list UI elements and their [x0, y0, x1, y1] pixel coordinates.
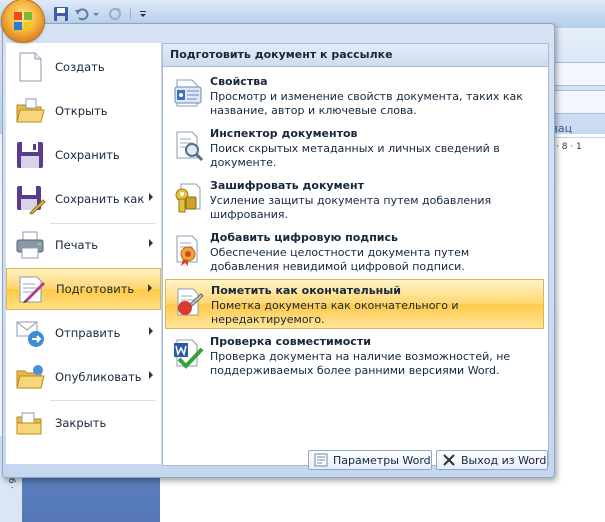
- submenu-item-encrypt[interactable]: Зашифровать документ Усиление защиты док…: [165, 175, 544, 225]
- publish-icon: [16, 365, 45, 389]
- submenu-item-desc: Усиление защиты документа путем добавлен…: [210, 194, 492, 221]
- menu-item-label: Сохранить как: [55, 192, 145, 206]
- word-options-icon: [314, 453, 328, 467]
- exit-word-button[interactable]: Выход из Word: [436, 450, 548, 470]
- submenu-item-desc: Поиск скрытых метаданных и личных сведен…: [210, 142, 500, 169]
- prepare-submenu: Подготовить документ к рассылке Свойства…: [162, 43, 549, 466]
- office-menu: Создать Открыть Сохранить Сохранить как …: [2, 23, 555, 478]
- properties-icon: [174, 79, 202, 107]
- menu-item-label: Отправить: [55, 326, 121, 340]
- office-button[interactable]: [2, 0, 44, 42]
- menu-item-prepare[interactable]: Подготовить: [6, 268, 161, 310]
- office-logo-icon: [14, 12, 32, 30]
- menu-item-label: Открыть: [55, 104, 108, 118]
- menu-item-new[interactable]: Создать: [6, 46, 161, 88]
- submenu-item-desc: Обеспечение целостности документа путем …: [210, 246, 470, 273]
- submenu-item-compatibility[interactable]: Проверка совместимости Проверка документ…: [165, 331, 544, 381]
- save-icon[interactable]: [52, 5, 70, 23]
- menu-item-send[interactable]: Отправить: [6, 312, 161, 354]
- ruler-text: · 8 · 1: [556, 142, 582, 152]
- submenu-item-properties[interactable]: Свойства Просмотр и изменение свойств до…: [165, 71, 544, 121]
- menu-item-label: Печать: [55, 238, 99, 252]
- submenu-item-title: Проверка совместимости: [210, 335, 371, 348]
- submenu-arrow-icon: [148, 284, 152, 292]
- open-folder-icon: [16, 98, 45, 123]
- submenu-item-desc: Просмотр и изменение свойств документа, …: [210, 90, 523, 117]
- save-as-icon: [17, 186, 46, 215]
- submenu-item-title: Добавить цифровую подпись: [210, 231, 398, 244]
- menu-item-print[interactable]: Печать: [6, 224, 161, 266]
- submenu-arrow-icon: [149, 371, 153, 379]
- submenu-arrow-icon: [149, 327, 153, 335]
- submenu-item-desc: Пометка документа как окончательного и н…: [211, 299, 459, 326]
- menu-item-label: Опубликовать: [55, 370, 142, 384]
- customize-qat-icon[interactable]: [138, 5, 148, 23]
- redo-icon[interactable]: [106, 5, 124, 23]
- mark-final-icon: [177, 288, 204, 316]
- digital-signature-icon: [176, 235, 198, 266]
- save-floppy-icon: [17, 142, 43, 168]
- submenu-item-title: Свойства: [210, 75, 268, 88]
- separator: [50, 400, 156, 401]
- submenu-item-desc: Проверка документа на наличие возможност…: [210, 350, 511, 377]
- menu-item-save-as[interactable]: Сохранить как: [6, 178, 161, 220]
- submenu-arrow-icon: [149, 239, 153, 247]
- word-options-button[interactable]: Параметры Word: [308, 450, 432, 470]
- ribbon-fragment-2[interactable]: [553, 90, 605, 114]
- submenu-item-title: Инспектор документов: [210, 127, 358, 140]
- menu-item-label: Создать: [55, 60, 105, 74]
- printer-icon: [16, 231, 44, 259]
- menu-item-publish[interactable]: Опубликовать: [6, 356, 161, 398]
- submenu-item-mark-final[interactable]: Пометить как окончательный Пометка докум…: [165, 279, 544, 329]
- submenu-header: Подготовить документ к рассылке: [163, 44, 548, 67]
- submenu-item-title: Пометить как окончательный: [211, 284, 401, 297]
- compatibility-check-icon: [174, 339, 204, 369]
- new-document-icon: [19, 52, 42, 82]
- menu-item-label: Подготовить: [56, 282, 135, 296]
- word-options-label: Параметры Word: [333, 453, 431, 467]
- horizontal-ruler: · 8 · 1: [548, 137, 605, 159]
- submenu-item-inspect[interactable]: Инспектор документов Поиск скрытых метад…: [165, 123, 544, 173]
- menu-item-open[interactable]: Открыть: [6, 90, 161, 132]
- separator-icon: [130, 8, 131, 20]
- inspect-document-icon: [176, 131, 204, 162]
- menu-item-save[interactable]: Сохранить: [6, 134, 161, 176]
- office-menu-left-pane: Создать Открыть Сохранить Сохранить как …: [6, 43, 162, 464]
- send-icon: [16, 321, 44, 347]
- close-x-icon: [443, 454, 455, 466]
- undo-icon[interactable]: [73, 5, 91, 23]
- paragraph-group-label: зац: [552, 122, 573, 135]
- undo-dropdown-icon[interactable]: [92, 5, 100, 23]
- ribbon-fragment[interactable]: [553, 62, 605, 86]
- prepare-document-icon: [19, 276, 45, 303]
- menu-item-label: Закрыть: [55, 416, 107, 430]
- submenu-arrow-icon: [149, 193, 153, 201]
- submenu-item-signature[interactable]: Добавить цифровую подпись Обеспечение це…: [165, 227, 544, 277]
- close-folder-icon: [16, 412, 42, 435]
- menu-item-close[interactable]: Закрыть: [6, 402, 161, 444]
- menu-item-label: Сохранить: [55, 148, 120, 162]
- submenu-item-title: Зашифровать документ: [210, 179, 365, 192]
- encrypt-keys-icon: [175, 183, 201, 213]
- exit-word-label: Выход из Word: [461, 453, 547, 467]
